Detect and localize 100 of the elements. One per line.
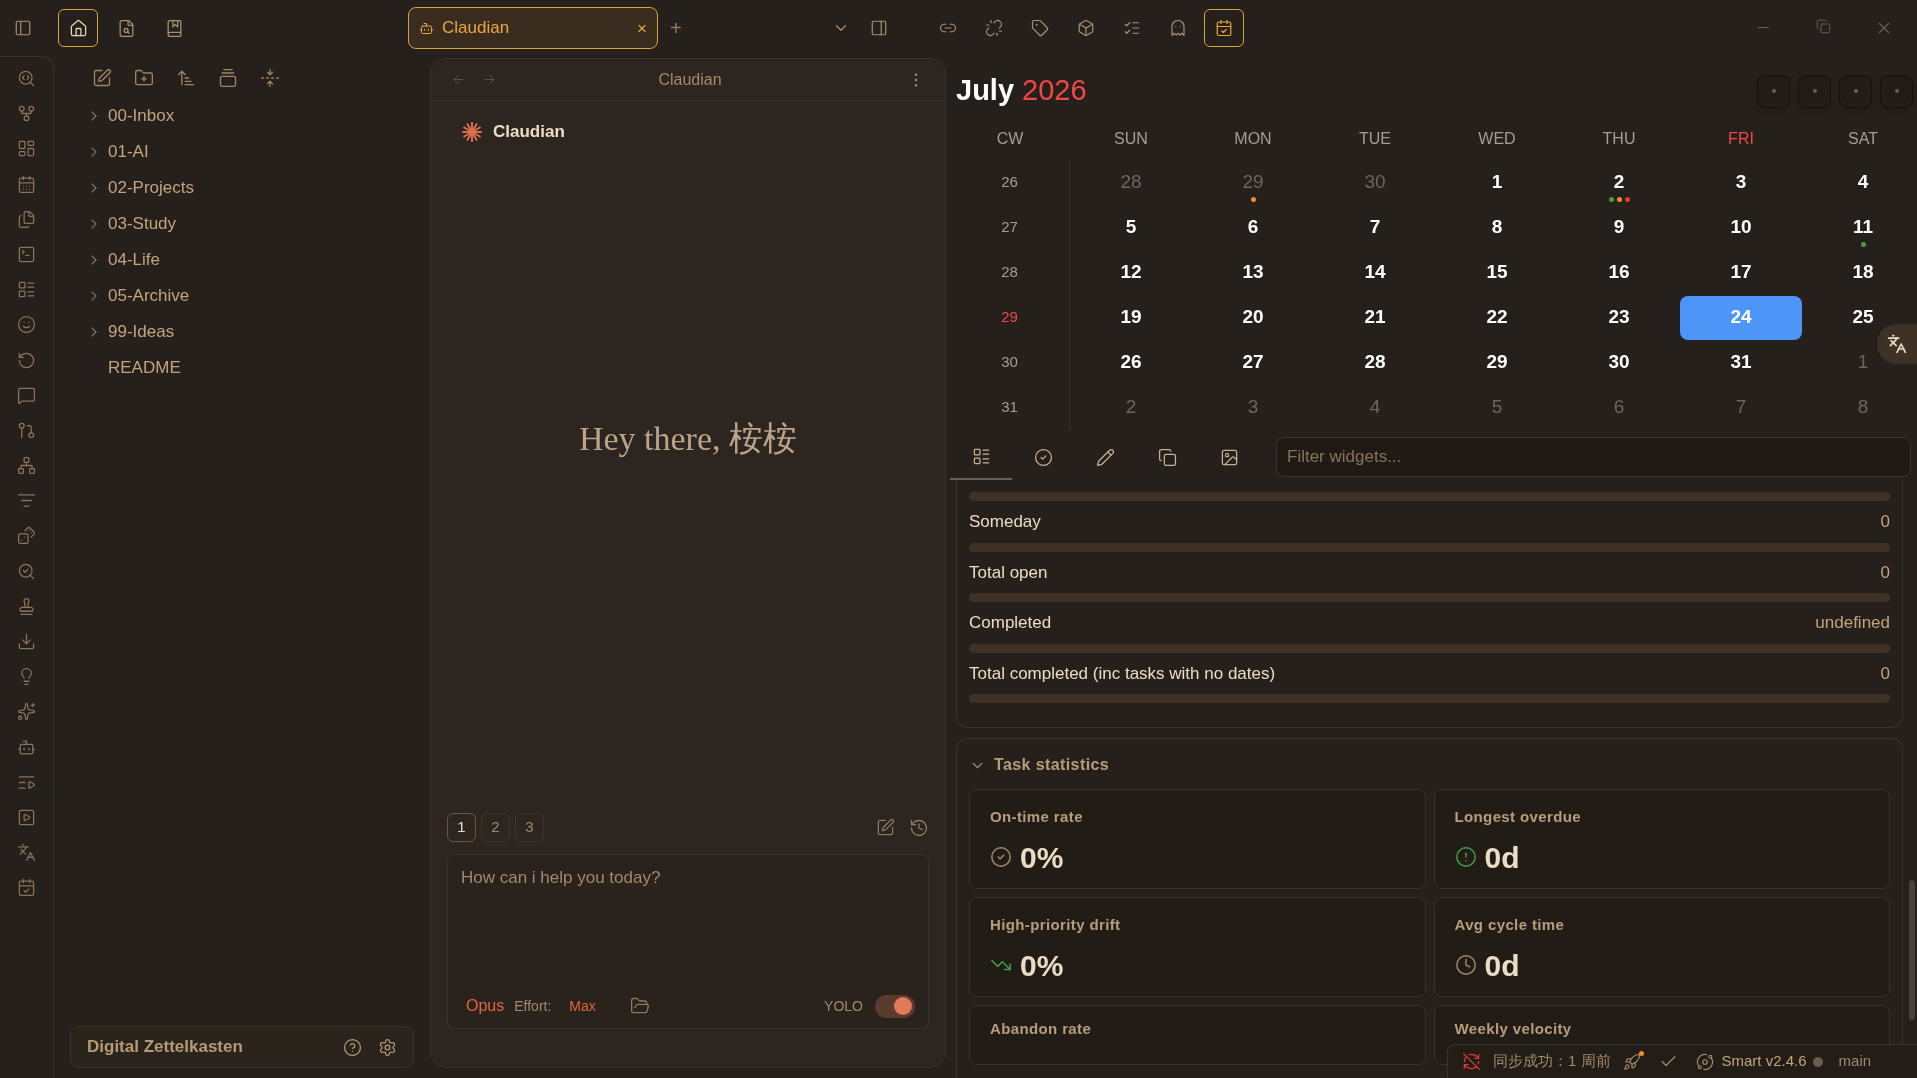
calendar-check-icon[interactable] — [17, 878, 36, 898]
day-cell[interactable]: 4 — [1802, 160, 1917, 205]
settings-icon[interactable] — [378, 1037, 397, 1057]
fold-icon[interactable] — [260, 68, 280, 88]
session-tab[interactable]: 3 — [515, 813, 544, 842]
sort-icon[interactable] — [176, 68, 196, 88]
ribbon-tab[interactable] — [58, 9, 98, 47]
smiley-icon[interactable] — [17, 315, 36, 335]
download-icon[interactable] — [17, 632, 36, 651]
unlink-icon[interactable] — [984, 19, 1003, 37]
day-cell[interactable]: 30 — [1558, 340, 1680, 385]
day-cell[interactable]: 10 — [1680, 205, 1802, 250]
message-field[interactable]: How can i help you today? — [461, 865, 915, 994]
session-tab[interactable]: 1 — [447, 813, 476, 842]
day-cell[interactable]: 15 — [1436, 250, 1558, 295]
sidebar-toggle-icon[interactable] — [14, 19, 32, 37]
check-circle-icon[interactable] — [1033, 447, 1053, 467]
play-square-icon[interactable] — [17, 807, 36, 827]
chat-input[interactable]: How can i help you today? Opus Effort: Max YOLO — [447, 854, 929, 1029]
smart-version[interactable]: Smart v2.4.6 — [1721, 1050, 1807, 1073]
day-cell[interactable]: 16 — [1558, 250, 1680, 295]
day-cell[interactable]: 28 — [1314, 340, 1436, 385]
dashboard-icon[interactable] — [17, 139, 36, 159]
checklist-icon[interactable] — [1122, 19, 1141, 37]
day-cell[interactable]: 23 — [1558, 295, 1680, 340]
file-item[interactable]: README — [66, 350, 414, 386]
calendar-icon[interactable] — [17, 174, 36, 194]
sync-off-icon[interactable] — [1462, 1052, 1481, 1071]
pull-request-icon[interactable] — [17, 420, 36, 440]
chat-bubble-icon[interactable] — [17, 385, 36, 405]
day-cell[interactable]: 25 — [1802, 295, 1917, 340]
section-header[interactable]: Task statistics — [969, 753, 1110, 777]
tag-icon[interactable] — [1030, 19, 1049, 37]
new-note-icon[interactable] — [92, 68, 112, 88]
graph-icon[interactable] — [17, 456, 36, 476]
day-cell[interactable]: 26 — [1070, 340, 1192, 385]
folder-item[interactable]: 02-Projects — [66, 170, 414, 206]
help-icon[interactable] — [343, 1037, 362, 1057]
list-icon[interactable] — [17, 280, 36, 300]
new-chat-icon[interactable] — [876, 817, 895, 837]
folder-item[interactable]: 05-Archive — [66, 278, 414, 314]
yolo-toggle[interactable] — [875, 994, 915, 1018]
folder-item[interactable]: 04-Life — [66, 242, 414, 278]
folder-item[interactable]: 99-Ideas — [66, 314, 414, 350]
day-cell[interactable]: 13 — [1192, 250, 1314, 295]
home-icon[interactable] — [68, 18, 88, 38]
day-cell[interactable]: 3 — [1680, 160, 1802, 205]
translate-icon[interactable] — [17, 843, 36, 863]
claudian-tab[interactable]: Claudian × — [408, 7, 658, 49]
day-cell[interactable]: 29 — [1436, 340, 1558, 385]
filter-field[interactable]: Filter widgets... — [1276, 437, 1911, 477]
day-cell[interactable]: 22 — [1436, 295, 1558, 340]
dice-icon[interactable] — [17, 526, 36, 546]
widgets-icon[interactable] — [971, 446, 991, 466]
translate-button[interactable] — [1877, 324, 1917, 364]
day-cell[interactable]: 12 — [1070, 250, 1192, 295]
day-cell[interactable]: 18 — [1802, 250, 1917, 295]
day-cell[interactable]: 5 — [1070, 205, 1192, 250]
sidebar-right-icon[interactable] — [869, 19, 888, 37]
copy-icon[interactable] — [1157, 447, 1177, 467]
effort-value[interactable]: Max — [569, 995, 596, 1017]
new-folder-icon[interactable] — [134, 68, 154, 88]
image-icon[interactable] — [1219, 447, 1239, 467]
day-cell[interactable]: 2 — [1558, 160, 1680, 205]
folder-item[interactable]: 01-AI — [66, 134, 414, 170]
toolbar-button[interactable] — [1203, 9, 1244, 47]
sync-status[interactable]: 同步成功：1 周前 — [1493, 1050, 1611, 1073]
folder-item[interactable]: 00-Inbox — [66, 98, 414, 134]
collapse-icon[interactable] — [218, 68, 238, 88]
git-branch[interactable]: main — [1838, 1050, 1872, 1073]
files-icon[interactable] — [17, 209, 36, 229]
day-cell[interactable]: 9 — [1558, 205, 1680, 250]
stamp-icon[interactable] — [17, 596, 36, 616]
search-icon[interactable] — [17, 561, 36, 581]
close-tab-button[interactable]: × — [637, 19, 647, 37]
restore-icon[interactable] — [1816, 19, 1831, 34]
day-cell[interactable]: 20 — [1192, 295, 1314, 340]
robot-icon[interactable] — [419, 20, 434, 36]
rocket-icon[interactable] — [1622, 1052, 1641, 1071]
day-cell[interactable]: 7 — [1314, 205, 1436, 250]
new-tab-button[interactable]: + — [670, 13, 682, 43]
day-cell[interactable]: 17 — [1680, 250, 1802, 295]
cube-icon[interactable] — [1076, 19, 1095, 37]
day-cell[interactable]: 11 — [1802, 205, 1917, 250]
terminal-icon[interactable] — [17, 244, 36, 264]
day-cell[interactable]: 14 — [1314, 250, 1436, 295]
sparkles-icon[interactable] — [17, 702, 36, 722]
search-file-icon[interactable] — [17, 69, 36, 88]
day-cell[interactable]: 8 — [1436, 205, 1558, 250]
model-name[interactable]: Opus — [466, 994, 505, 1018]
day-cell[interactable]: 1 — [1436, 160, 1558, 205]
spinner-icon[interactable] — [1695, 1052, 1714, 1071]
undo-icon[interactable] — [17, 350, 36, 370]
fork-icon[interactable] — [17, 104, 36, 124]
day-cell[interactable]: 19 — [1070, 295, 1192, 340]
calendar-check-icon[interactable] — [1214, 19, 1233, 37]
pencil-icon[interactable] — [1095, 447, 1115, 467]
day-cell[interactable]: 6 — [1192, 205, 1314, 250]
history-icon[interactable] — [909, 817, 929, 838]
day-cell[interactable]: 21 — [1314, 295, 1436, 340]
